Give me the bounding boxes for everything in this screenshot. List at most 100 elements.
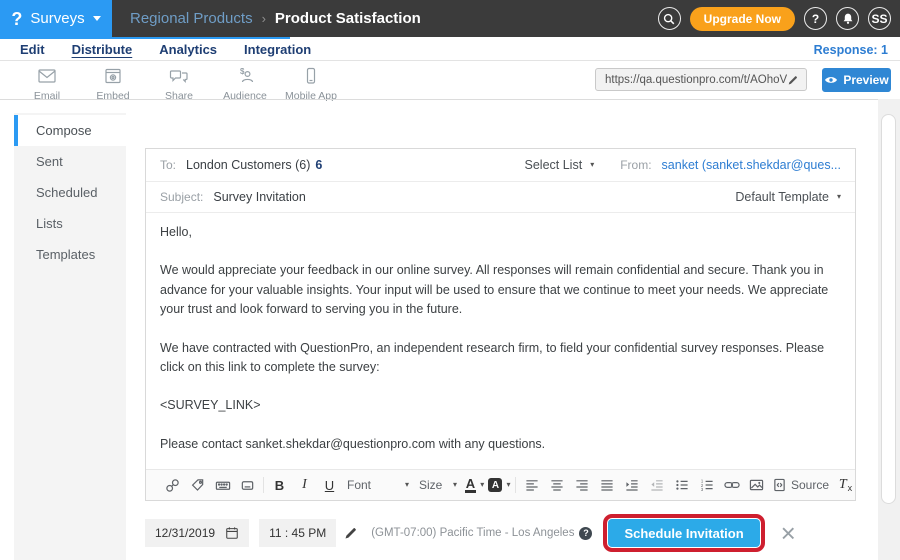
search-button[interactable] (658, 7, 681, 30)
tab-analytics[interactable]: Analytics (159, 42, 217, 57)
align-justify-icon (600, 478, 614, 492)
align-left-button[interactable] (519, 473, 544, 497)
pencil-icon (344, 526, 358, 540)
survey-url-field[interactable]: https://qa.questionpro.com/t/AOhoVZfqml (595, 68, 807, 91)
sidebar-item-label: Scheduled (36, 185, 97, 200)
body-paragraph: Please contact sanket.shekdar@questionpr… (160, 435, 841, 454)
notifications-button[interactable] (836, 7, 859, 30)
to-label: To: (160, 158, 176, 172)
channel-label: Embed (96, 90, 129, 102)
embed-icon (102, 66, 124, 86)
scrollbar-thumb[interactable] (881, 114, 896, 504)
help-button[interactable]: ? (804, 7, 827, 30)
align-justify-button[interactable] (594, 473, 619, 497)
channel-mobile-app[interactable]: Mobile App (278, 62, 344, 102)
pencil-icon (787, 74, 799, 86)
keyboard-icon (215, 478, 231, 493)
from-label: From: (620, 158, 651, 172)
underline-button[interactable]: U (317, 473, 342, 497)
breadcrumb-current: Product Satisfaction (275, 10, 421, 27)
source-label: Source (791, 478, 829, 492)
top-bar: ? Surveys Regional Products › Product Sa… (0, 0, 900, 37)
source-icon (773, 478, 786, 492)
header-accent-line (0, 37, 290, 39)
background-color-button[interactable]: A ▾ (487, 473, 512, 497)
recipient-count[interactable]: 6 (315, 158, 322, 172)
background-color-icon: A (488, 478, 502, 492)
subject-value[interactable]: Survey Invitation (213, 190, 305, 204)
channel-embed[interactable]: Embed (80, 62, 146, 102)
schedule-invitation-button[interactable]: Schedule Invitation (608, 519, 759, 547)
source-button[interactable]: Source (769, 473, 833, 497)
sidebar-item-lists[interactable]: Lists (14, 208, 126, 239)
insert-image-button[interactable] (744, 473, 769, 497)
chevron-down-icon: ▾ (590, 161, 594, 169)
channel-email[interactable]: Email (14, 62, 80, 102)
topbar-actions: Upgrade Now ? SS (658, 7, 891, 31)
compose-panel: To: London Customers (6) 6 Select List ▾… (145, 148, 856, 501)
insert-hyperlink-button[interactable] (719, 473, 744, 497)
font-family-dropdown[interactable]: Font ▾ (342, 473, 414, 497)
response-count: Response: 1 (814, 43, 888, 57)
timezone-help-icon[interactable]: ? (579, 527, 592, 540)
date-picker[interactable]: 12/31/2019 (145, 519, 249, 547)
sidebar-item-templates[interactable]: Templates (14, 239, 126, 270)
sidebar-item-sent[interactable]: Sent (14, 146, 126, 177)
close-icon[interactable]: × (781, 522, 796, 544)
channel-audience[interactable]: $ Audience (212, 62, 278, 102)
upgrade-now-button[interactable]: Upgrade Now (690, 7, 795, 31)
numbered-list-button[interactable]: 123 (694, 473, 719, 497)
insert-tag-button[interactable] (185, 473, 210, 497)
email-body-editor[interactable]: Hello, We would appreciate your feedback… (146, 213, 855, 469)
sidebar-item-label: Sent (36, 154, 63, 169)
distribution-channels: Email Embed Share $ Audience Mobile App (14, 62, 344, 102)
indent-button[interactable] (619, 473, 644, 497)
tab-distribute[interactable]: Distribute (72, 42, 133, 57)
sidebar-item-compose[interactable]: Compose (14, 115, 126, 146)
chain-link-icon (165, 478, 180, 493)
avatar[interactable]: SS (868, 7, 891, 30)
time-picker[interactable]: 11 : 45 PM (259, 519, 336, 547)
chevron-down-icon: ▾ (405, 481, 409, 489)
surveys-menu-label: Surveys (30, 10, 84, 27)
template-dropdown[interactable]: Default Template ▾ (735, 190, 841, 204)
bullet-list-button[interactable] (669, 473, 694, 497)
chevron-down-icon (93, 16, 101, 21)
surveys-menu[interactable]: ? Surveys (0, 0, 112, 37)
rich-text-toolbar: B I U Font ▾ Size ▾ A ▾ A ▾ (146, 469, 855, 500)
select-list-label: Select List (525, 158, 583, 172)
font-dropdown-label: Font (347, 478, 371, 492)
chevron-down-icon: ▾ (506, 481, 510, 489)
text-color-button[interactable]: A ▾ (462, 473, 487, 497)
insert-field-button[interactable] (210, 473, 235, 497)
font-size-dropdown[interactable]: Size ▾ (414, 473, 462, 497)
preview-button[interactable]: Preview (822, 68, 891, 92)
to-row: To: London Customers (6) 6 Select List ▾… (146, 149, 855, 182)
edit-url-button[interactable] (787, 74, 799, 86)
from-value[interactable]: sanket (sanket.shekdar@ques... (662, 158, 841, 172)
from-section: From: sanket (sanket.shekdar@ques... (620, 158, 841, 172)
align-center-button[interactable] (544, 473, 569, 497)
survey-tab-bar: Edit Distribute Analytics Integration Re… (0, 37, 900, 61)
channel-label: Email (34, 90, 60, 102)
clear-format-x: x (848, 483, 853, 493)
tab-integration[interactable]: Integration (244, 42, 311, 57)
chevron-down-icon: ▾ (837, 193, 841, 201)
align-right-button[interactable] (569, 473, 594, 497)
italic-button[interactable]: I (292, 473, 317, 497)
audience-icon: $ (234, 66, 256, 86)
questionpro-logo-icon: ? (11, 10, 22, 28)
channel-share[interactable]: Share (146, 62, 212, 102)
breadcrumb-parent[interactable]: Regional Products (130, 10, 253, 27)
sidebar-item-scheduled[interactable]: Scheduled (14, 177, 126, 208)
bold-button[interactable]: B (267, 473, 292, 497)
clear-formatting-button[interactable]: T x (833, 473, 858, 497)
edit-time-button[interactable] (344, 526, 358, 540)
select-list-dropdown[interactable]: Select List ▾ (525, 158, 595, 172)
insert-button-button[interactable] (235, 473, 260, 497)
insert-survey-link-button[interactable] (160, 473, 185, 497)
to-value[interactable]: London Customers (6) (186, 158, 310, 172)
tab-edit[interactable]: Edit (20, 42, 45, 57)
align-center-icon (550, 478, 564, 492)
outdent-button[interactable] (644, 473, 669, 497)
